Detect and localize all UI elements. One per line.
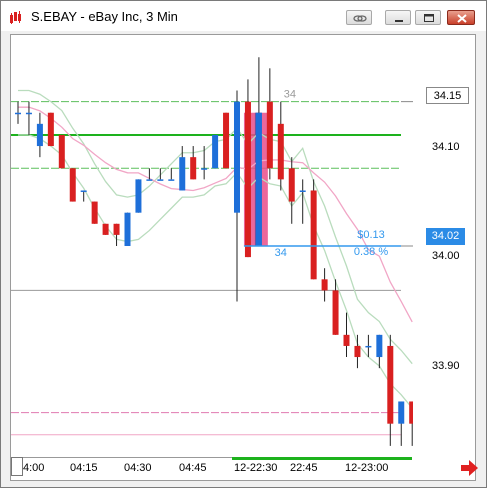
- candle-down: [190, 157, 197, 180]
- candle-up: [179, 157, 186, 191]
- candle-up: [135, 179, 142, 213]
- candle-down: [58, 134, 65, 169]
- candle-down: [277, 123, 284, 180]
- app-icon: [10, 11, 21, 24]
- candle-up: [124, 212, 131, 246]
- time-tick-label: 12-22:30: [234, 462, 278, 474]
- session-indicator: [232, 457, 412, 460]
- measure-bars-label: 34: [284, 89, 296, 101]
- close-button[interactable]: [447, 10, 475, 25]
- scroll-right-arrow-icon[interactable]: [459, 459, 479, 477]
- measure-percent-label: 0.38 %: [354, 246, 388, 258]
- candle-up: [299, 190, 306, 192]
- candle-up: [36, 123, 43, 147]
- price-tick-label: 34.00: [432, 250, 460, 262]
- candle-up: [157, 179, 164, 181]
- candle-down: [244, 101, 251, 258]
- candle-down: [332, 290, 339, 335]
- maximize-icon: [424, 14, 434, 22]
- candle-down: [310, 190, 317, 280]
- close-icon: [457, 14, 467, 23]
- link-icon: [353, 15, 367, 22]
- minimize-button[interactable]: [385, 10, 411, 25]
- candle-down: [409, 401, 413, 424]
- candle-down: [102, 223, 109, 235]
- candle-down: [266, 101, 273, 169]
- price-tick-label: 34.10: [432, 141, 460, 153]
- price-tick-label: 33.90: [432, 360, 460, 372]
- time-tick-label: 04:30: [124, 462, 152, 474]
- window-title: S.EBAY - eBay Inc, 3 Min: [31, 9, 178, 24]
- measure-price-label: 34.02: [426, 228, 465, 245]
- candle-down: [223, 112, 230, 169]
- candle-down: [288, 168, 295, 202]
- moving-average-upper-band: [18, 89, 413, 365]
- time-tick-label: 12-23:00: [345, 462, 389, 474]
- price-chart[interactable]: $0.13 0.38 % 34 34: [11, 35, 413, 457]
- candle-up: [146, 179, 153, 181]
- candle-up: [201, 168, 208, 170]
- time-axis-handle[interactable]: [11, 457, 23, 476]
- chart-window: S.EBAY - eBay Inc, 3 Min $0.13 0.38 % 34…: [0, 0, 487, 488]
- candle-up: [255, 112, 262, 246]
- maximize-button[interactable]: [415, 10, 441, 25]
- candle-up: [25, 112, 32, 115]
- candle-down: [387, 345, 394, 424]
- minimize-icon: [395, 20, 403, 22]
- time-tick-label: 22:45: [290, 462, 318, 474]
- measure-bars-label: 34: [275, 247, 287, 259]
- candle-down: [113, 223, 120, 235]
- candle-down: [321, 279, 328, 291]
- title-bar[interactable]: S.EBAY - eBay Inc, 3 Min: [1, 1, 486, 31]
- candle-down: [91, 201, 98, 224]
- candle-up: [212, 134, 219, 169]
- candle-up: [398, 401, 405, 424]
- time-tick-label: 04:45: [179, 462, 207, 474]
- time-tick-label: 4:00: [23, 462, 45, 474]
- candle-down: [47, 112, 54, 147]
- candle-down: [69, 168, 76, 202]
- measure-amount-label: $0.13: [357, 229, 385, 241]
- candle-up: [234, 101, 240, 213]
- candle-down: [354, 345, 361, 358]
- time-tick-label: 04:15: [70, 462, 98, 474]
- candle-up: [365, 345, 372, 348]
- candle-up: [15, 112, 21, 115]
- link-button[interactable]: [346, 10, 372, 25]
- current-price-label: 34.15: [426, 87, 469, 104]
- candle-up: [376, 334, 383, 358]
- candle-up: [168, 179, 175, 181]
- candle-up: [80, 190, 87, 192]
- moving-average-lower-band: [18, 134, 413, 409]
- candle-down: [343, 334, 350, 346]
